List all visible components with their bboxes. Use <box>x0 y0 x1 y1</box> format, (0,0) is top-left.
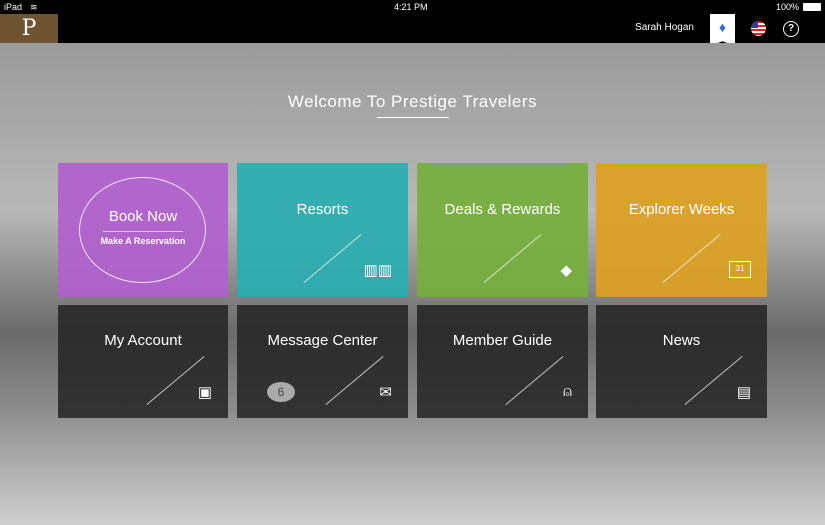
divider <box>662 234 721 283</box>
tile-explorer-weeks[interactable]: Explorer Weeks 31 <box>596 163 767 297</box>
tile-book-now[interactable]: Book Now Make A Reservation <box>58 163 228 297</box>
tile-label: Explorer Weeks <box>628 201 735 218</box>
user-name[interactable]: Sarah Hogan <box>635 22 694 33</box>
message-count-badge: 6 <box>267 382 295 402</box>
status-bar: iPad ≋ 4:21 PM 100% <box>0 0 825 14</box>
divider <box>103 231 183 232</box>
tile-label: News <box>662 332 701 349</box>
tile-member-guide[interactable]: Member Guide ⍝ <box>417 305 588 418</box>
divider <box>325 356 384 405</box>
top-bar: P Sarah Hogan ♦ ? <box>0 14 825 46</box>
id-card-icon: ▣ <box>197 384 212 401</box>
tile-label: Member Guide <box>452 332 553 349</box>
tile-my-account[interactable]: My Account ▣ <box>58 305 228 418</box>
help-icon[interactable]: ? <box>783 21 799 37</box>
welcome-title: Welcome To Prestige Travelers <box>287 92 538 111</box>
newspaper-icon: ▤ <box>736 384 751 401</box>
us-flag-icon[interactable] <box>751 21 766 36</box>
tile-sublabel: Make A Reservation <box>100 236 186 246</box>
tile-label: Message Center <box>267 332 378 349</box>
calendar-icon: 31 <box>729 261 751 278</box>
wifi-icon: ≋ <box>30 2 38 12</box>
service-bell-icon: ⍝ <box>562 383 572 400</box>
tile-label: Deals & Rewards <box>444 201 561 218</box>
buildings-icon: ▥▥ <box>363 262 392 279</box>
divider <box>505 356 564 405</box>
device-label: iPad <box>4 2 23 12</box>
divider <box>684 356 743 405</box>
divider <box>483 234 542 283</box>
clock: 4:21 PM <box>394 2 428 12</box>
tile-deals-rewards[interactable]: Deals & Rewards ◆ <box>417 163 588 297</box>
diamond-icon: ◆ <box>560 262 572 279</box>
tile-label: Book Now <box>108 208 178 225</box>
tile-news[interactable]: News ▤ <box>596 305 767 418</box>
logo[interactable]: P <box>0 14 58 43</box>
book-circle <box>79 177 206 283</box>
message-icon: ✉ <box>379 384 392 401</box>
battery-percent: 100% <box>775 2 799 12</box>
tile-resorts[interactable]: Resorts ▥▥ <box>237 163 408 297</box>
tile-message-center[interactable]: Message Center 6 ✉ <box>237 305 408 418</box>
tile-label: Resorts <box>296 201 349 218</box>
title-underline <box>377 117 449 118</box>
tile-label: My Account <box>104 332 182 349</box>
divider <box>303 234 362 283</box>
battery-icon <box>803 3 821 11</box>
diamond-icon[interactable]: ♦ <box>710 14 735 46</box>
divider <box>146 356 205 405</box>
